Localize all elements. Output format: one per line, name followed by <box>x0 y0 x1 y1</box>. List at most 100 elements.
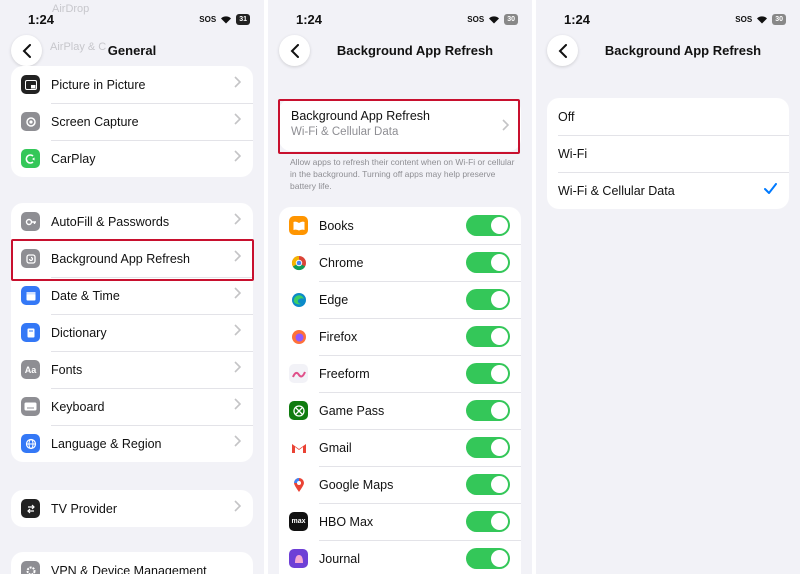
chevron-right-icon <box>234 361 241 373</box>
game-pass-refresh-toggle[interactable] <box>466 400 510 421</box>
option-label: Off <box>558 109 575 124</box>
row-tv-provider[interactable]: TV Provider <box>11 490 253 527</box>
row-language-region[interactable]: Language & Region <box>11 425 253 462</box>
row-vpn-device-management[interactable]: VPN & Device Management <box>11 552 253 574</box>
app-name: Books <box>319 218 354 233</box>
globe-icon <box>21 434 40 453</box>
app-name: Chrome <box>319 255 364 270</box>
option-wifi[interactable]: Wi-Fi <box>547 135 789 172</box>
app-row-hbo-max: max HBO Max <box>279 503 521 540</box>
option-off[interactable]: Off <box>547 98 789 135</box>
row-fonts[interactable]: Aa Fonts <box>11 351 253 388</box>
status-bar: 1:24 SOS 30 <box>268 12 532 30</box>
row-background-app-refresh[interactable]: Background App Refresh <box>11 240 253 277</box>
row-label: Keyboard <box>51 399 105 414</box>
app-name: Gmail <box>319 440 352 455</box>
battery-icon: 30 <box>772 14 786 25</box>
background-app-refresh-panel: 1:24 SOS 30 Background App Refresh Backg… <box>268 0 532 574</box>
sos-label: SOS <box>199 15 217 24</box>
row-label: Screen Capture <box>51 114 139 129</box>
apps-group: Books Chrome Edge Firefox Freeform Game … <box>279 207 521 574</box>
gear-icon <box>21 561 40 574</box>
refresh-mode-row[interactable]: Background App Refresh Wi-Fi & Cellular … <box>279 99 521 151</box>
row-dictionary[interactable]: Dictionary <box>11 314 253 351</box>
nav-bar: AirPlay & C General <box>0 34 264 68</box>
status-time: 1:24 <box>28 12 55 27</box>
sos-label: SOS <box>735 15 753 24</box>
google-maps-refresh-toggle[interactable] <box>466 474 510 495</box>
row-picture-in-picture[interactable]: Picture in Picture <box>11 66 253 103</box>
status-icons: SOS 31 <box>199 14 250 25</box>
refresh-options-panel: 1:24 SOS 30 Background App Refresh Off W… <box>536 0 800 574</box>
option-wifi-cellular[interactable]: Wi-Fi & Cellular Data <box>547 172 789 209</box>
refresh-mode-title: Background App Refresh <box>291 109 430 123</box>
row-carplay[interactable]: CarPlay <box>11 140 253 177</box>
xbox-icon <box>289 401 308 420</box>
sos-label: SOS <box>467 15 485 24</box>
freeform-refresh-toggle[interactable] <box>466 363 510 384</box>
row-label: Language & Region <box>51 436 162 451</box>
journal-refresh-toggle[interactable] <box>466 548 510 569</box>
row-label: Fonts <box>51 362 83 377</box>
chevron-right-icon <box>234 250 241 262</box>
edge-refresh-toggle[interactable] <box>466 289 510 310</box>
freeform-icon <box>289 364 308 383</box>
row-date-time[interactable]: Date & Time <box>11 277 253 314</box>
app-name: Edge <box>319 292 349 307</box>
app-row-game-pass: Game Pass <box>279 392 521 429</box>
chevron-right-icon <box>234 213 241 225</box>
settings-group-4: VPN & Device Management <box>11 552 253 574</box>
carplay-icon <box>21 149 40 168</box>
hbo-max-icon: max <box>289 512 308 531</box>
app-row-books: Books <box>279 207 521 244</box>
calendar-icon <box>21 286 40 305</box>
option-label: Wi-Fi & Cellular Data <box>558 183 675 198</box>
pip-icon <box>21 75 40 94</box>
row-keyboard[interactable]: Keyboard <box>11 388 253 425</box>
app-row-journal: Journal <box>279 540 521 574</box>
refresh-footnote: Allow apps to refresh their content when… <box>290 157 515 191</box>
checkmark-icon <box>764 183 777 194</box>
app-name: Firefox <box>319 329 358 344</box>
page-title: General <box>107 43 157 58</box>
status-time: 1:24 <box>296 12 323 27</box>
row-autofill-passwords[interactable]: AutoFill & Passwords <box>11 203 253 240</box>
settings-group-1: Picture in Picture Screen Capture CarPla… <box>11 66 253 177</box>
wifi-icon <box>489 16 500 24</box>
app-row-google-maps: Google Maps <box>279 466 521 503</box>
gmail-refresh-toggle[interactable] <box>466 437 510 458</box>
app-name: Google Maps <box>319 477 394 492</box>
status-icons: SOS 30 <box>467 14 518 25</box>
wifi-icon <box>757 16 768 24</box>
firefox-refresh-toggle[interactable] <box>466 326 510 347</box>
chevron-right-icon <box>234 76 241 88</box>
row-screen-capture[interactable]: Screen Capture <box>11 103 253 140</box>
app-name: Game Pass <box>319 403 385 418</box>
gmail-icon <box>289 438 308 457</box>
battery-icon: 30 <box>504 14 518 25</box>
settings-group-2: AutoFill & Passwords Background App Refr… <box>11 203 253 462</box>
row-label: Dictionary <box>51 325 107 340</box>
status-bar: 1:24 SOS 30 <box>536 12 800 30</box>
wifi-icon <box>221 16 232 24</box>
app-row-freeform: Freeform <box>279 355 521 392</box>
app-name: Freeform <box>319 366 370 381</box>
fonts-icon: Aa <box>21 360 40 379</box>
maps-pin-icon <box>289 475 308 494</box>
chevron-right-icon <box>234 113 241 125</box>
row-label: Picture in Picture <box>51 77 146 92</box>
status-bar: 1:24 SOS 31 <box>0 12 264 30</box>
chrome-refresh-toggle[interactable] <box>466 252 510 273</box>
edge-icon <box>289 290 308 309</box>
hbo-max-refresh-toggle[interactable] <box>466 511 510 532</box>
chevron-right-icon <box>502 119 509 131</box>
refresh-mode-group: Background App Refresh Wi-Fi & Cellular … <box>279 99 521 151</box>
row-label: Background App Refresh <box>51 251 190 266</box>
row-label: Date & Time <box>51 288 120 303</box>
refresh-icon <box>21 249 40 268</box>
app-row-chrome: Chrome <box>279 244 521 281</box>
journal-icon <box>289 549 308 568</box>
row-label: VPN & Device Management <box>51 563 207 574</box>
books-refresh-toggle[interactable] <box>466 215 510 236</box>
page-title: Background App Refresh <box>336 43 494 58</box>
